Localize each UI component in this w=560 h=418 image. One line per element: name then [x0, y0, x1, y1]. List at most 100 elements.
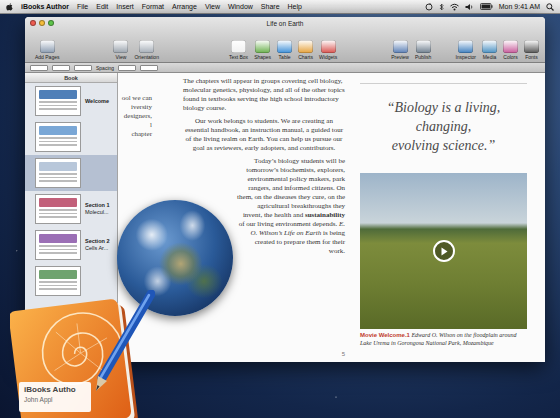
- minimize-button[interactable]: [39, 20, 45, 26]
- body-paragraph[interactable]: Our work belongs to students. We are cre…: [183, 117, 345, 153]
- toolbar-icon: [321, 40, 336, 53]
- toolbar-button[interactable]: Fonts: [522, 40, 541, 60]
- format-bar: Spacing: [25, 63, 545, 73]
- menu-item[interactable]: File: [77, 3, 88, 10]
- toolbar-label: Orientation: [134, 54, 158, 60]
- menu-item[interactable]: Help: [288, 3, 302, 10]
- toolbar-icon: [393, 40, 408, 53]
- close-button[interactable]: [30, 20, 36, 26]
- sidebar-item-label: Welcome: [85, 98, 109, 105]
- thumbnail-image: [39, 126, 77, 135]
- thumbnail-line: [39, 209, 77, 211]
- app-menu[interactable]: iBooks Author: [21, 3, 69, 10]
- page-thumbnail[interactable]: [35, 158, 81, 188]
- menu-clock[interactable]: Mon 9:41 AM: [499, 3, 540, 10]
- toolbar-icon: [503, 40, 518, 53]
- menu-item[interactable]: Format: [142, 3, 164, 10]
- wifi-icon[interactable]: [450, 3, 459, 11]
- toolbar-label: Charts: [298, 54, 313, 60]
- toolbar-icon: [416, 40, 431, 53]
- toolbar-button[interactable]: Table: [275, 40, 294, 60]
- toolbar-button[interactable]: Widgets: [317, 40, 339, 60]
- pull-quote[interactable]: “Biology is a living,changing,evolving s…: [360, 83, 527, 167]
- font-field[interactable]: [52, 65, 70, 71]
- text-run: Today’s biology students will be tomorro…: [237, 157, 345, 219]
- thumbnail-line: [39, 245, 77, 247]
- toolbar-icon: [524, 40, 539, 53]
- text-run: of our living environment depends.: [239, 220, 339, 228]
- toolbar-button[interactable]: Orientation: [132, 40, 160, 60]
- body-paragraph[interactable]: The chapters will appear in groups cover…: [183, 77, 345, 113]
- toolbar-button[interactable]: Media: [480, 40, 499, 60]
- page-thumbnail[interactable]: [35, 194, 81, 224]
- sidebar-item[interactable]: [25, 263, 117, 299]
- toolbar-button[interactable]: Text Box: [227, 40, 250, 60]
- toolbar-icon: [277, 40, 292, 53]
- style-field[interactable]: [30, 65, 48, 71]
- ibooks-author-icon[interactable]: iBooks AuthoJohn Appl: [10, 290, 155, 418]
- bluetooth-icon[interactable]: [439, 3, 444, 11]
- thumbnail-image: [39, 270, 77, 279]
- sync-icon[interactable]: [425, 3, 433, 11]
- menu-item[interactable]: Edit: [96, 3, 108, 10]
- volume-icon[interactable]: [465, 3, 474, 11]
- menu-item[interactable]: Arrange: [172, 3, 197, 10]
- text-fragment: iversity: [131, 103, 152, 112]
- toolbar-button[interactable]: Inspector: [453, 40, 478, 60]
- title-bar: Life on Earth: [25, 17, 545, 29]
- toolbar-button[interactable]: Preview: [389, 40, 411, 60]
- icon-label: iBooks AuthoJohn Appl: [24, 385, 76, 405]
- movie-widget[interactable]: [360, 173, 527, 329]
- icon-label-line: John Appl: [24, 395, 76, 405]
- search-icon[interactable]: [546, 3, 554, 11]
- apple-icon[interactable]: [6, 3, 13, 11]
- quote-line: evolving science.”: [360, 136, 527, 155]
- page-thumbnail[interactable]: [35, 230, 81, 260]
- toolbar-button[interactable]: View: [111, 40, 130, 60]
- earth-image[interactable]: [117, 200, 233, 316]
- thumbnail-line: [39, 101, 77, 103]
- toolbar-button[interactable]: Colors: [501, 40, 520, 60]
- spacing-label: Spacing: [96, 65, 114, 71]
- menu-item[interactable]: Window: [228, 3, 253, 10]
- columns-field[interactable]: [140, 65, 158, 71]
- menu-item[interactable]: Insert: [116, 3, 134, 10]
- sidebar-item[interactable]: Section 2Cells Ar...: [25, 227, 117, 263]
- toolbar-button[interactable]: Publish: [413, 40, 433, 60]
- page-thumbnail[interactable]: [35, 122, 81, 152]
- toolbar-button[interactable]: Shapes: [252, 40, 273, 60]
- sidebar-item-text: Cells Ar...: [85, 245, 109, 252]
- thumbnail-image: [39, 162, 77, 171]
- sidebar-item[interactable]: [25, 155, 117, 191]
- zoom-button[interactable]: [48, 20, 54, 26]
- thumbnail-line: [39, 288, 77, 290]
- toolbar-button[interactable]: Charts: [296, 40, 315, 60]
- text-fragment: l: [150, 121, 152, 130]
- toolbar-label: View: [116, 54, 127, 60]
- play-button[interactable]: [433, 240, 455, 262]
- battery-icon[interactable]: [480, 3, 493, 10]
- sidebar-item[interactable]: Welcome: [25, 83, 117, 119]
- toolbar-icon: [255, 40, 270, 53]
- quote-line: changing,: [360, 117, 527, 136]
- spacing-field[interactable]: [118, 65, 136, 71]
- text-fragment: chapter: [131, 130, 152, 139]
- toolbar-button[interactable]: Add Pages: [33, 40, 61, 60]
- body-paragraph[interactable]: Today’s biology students will be tomorro…: [237, 157, 345, 256]
- page-thumbnail[interactable]: [35, 86, 81, 116]
- menu-item[interactable]: View: [205, 3, 220, 10]
- sidebar-item-label: Section 1Molecul...: [85, 202, 109, 216]
- sidebar-item[interactable]: [25, 119, 117, 155]
- window-controls: [30, 20, 90, 26]
- thumbnail-line: [39, 105, 77, 107]
- thumbnail-line: [39, 249, 77, 251]
- menu-item[interactable]: Share: [261, 3, 280, 10]
- thumbnail-line: [39, 141, 77, 143]
- toolbar-label: Shapes: [254, 54, 271, 60]
- page-thumbnail[interactable]: [35, 266, 81, 296]
- sidebar-item[interactable]: Section 1Molecul...: [25, 191, 117, 227]
- size-field[interactable]: [74, 65, 92, 71]
- toolbar-label: Inspector: [455, 54, 476, 60]
- toolbar: Add Pages View Orientation Text Box Shapes Ta…: [25, 29, 545, 62]
- toolbar-icon: [458, 40, 473, 53]
